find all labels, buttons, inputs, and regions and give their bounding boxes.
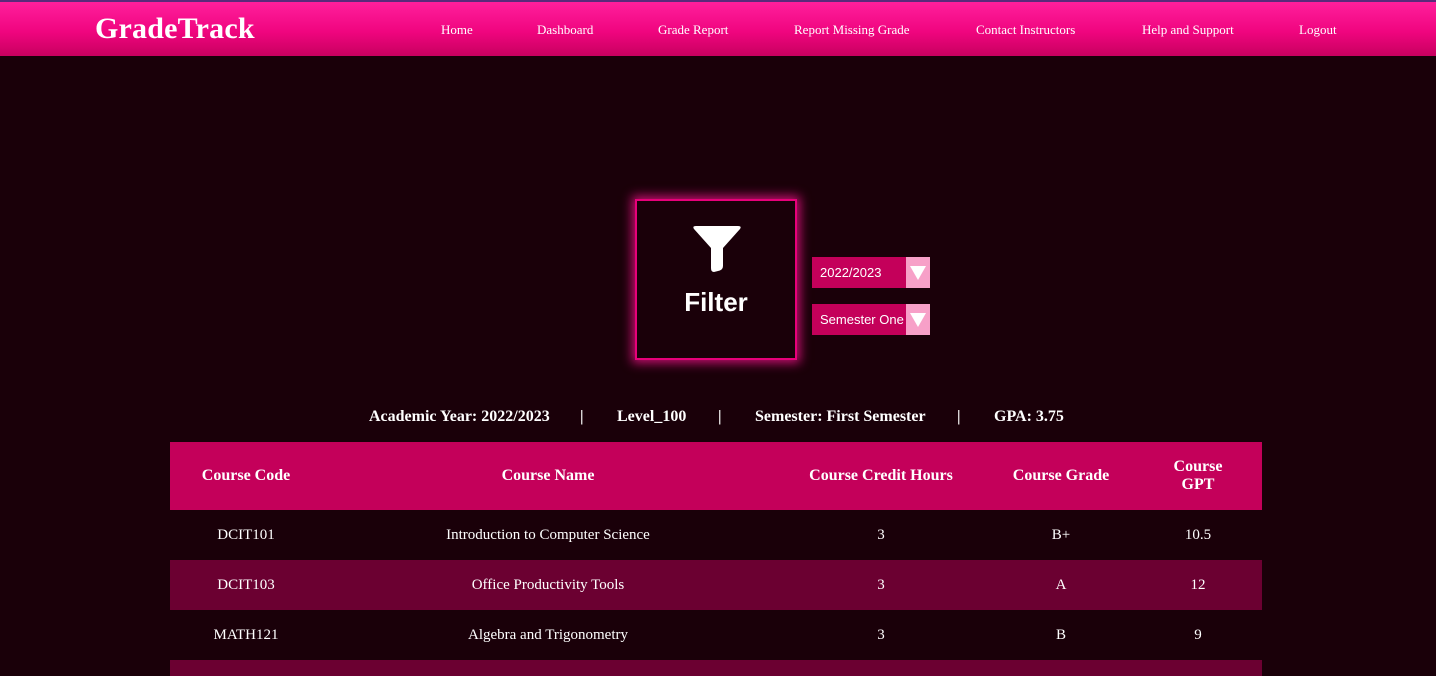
column-header-course-gpt: Course GPT: [1134, 442, 1262, 510]
nav-contact-instructors-link[interactable]: Contact Instructors: [976, 22, 1075, 38]
summary-gpa: GPA: 3.75: [994, 408, 1064, 425]
nav-dashboard-link[interactable]: Dashboard: [537, 22, 593, 38]
grade-summary: Academic Year: 2022/2023 | Level_100 | S…: [0, 408, 1436, 428]
summary-separator: |: [718, 408, 722, 425]
table-row: [170, 660, 1262, 676]
summary-level: Level_100: [617, 408, 687, 425]
top-navbar: GradeTrack Home Dashboard Grade Report R…: [0, 0, 1436, 56]
cell-credit-hours: 3: [877, 526, 885, 543]
cell-course-name: Algebra and Trigonometry: [468, 626, 628, 643]
column-header-course-grade: Course Grade: [1012, 467, 1110, 484]
cell-course-code: DCIT103: [217, 576, 275, 593]
cell-course-name: Introduction to Computer Science: [446, 526, 650, 543]
summary-separator: |: [580, 408, 584, 425]
table-row: DCIT101 Introduction to Computer Science…: [170, 510, 1262, 560]
summary-academic-year: Academic Year: 2022/2023: [369, 408, 550, 425]
nav-home-link[interactable]: Home: [441, 22, 473, 38]
nav-grade-report-link[interactable]: Grade Report: [658, 22, 728, 38]
cell-course-gpt: 9: [1194, 626, 1202, 643]
cell-course-grade: B: [1055, 626, 1066, 643]
table-header-row: Course Code Course Name Course Credit Ho…: [170, 442, 1262, 510]
cell-course-grade: A: [1055, 576, 1067, 593]
summary-separator: |: [957, 408, 961, 425]
nav-logout-link[interactable]: Logout: [1299, 22, 1337, 38]
grades-table-container: Course Code Course Name Course Credit Ho…: [170, 442, 1262, 676]
cell-credit-hours: 3: [877, 626, 885, 643]
cell-course-grade: B+: [1051, 526, 1071, 543]
academic-year-select[interactable]: 2022/2023: [812, 257, 930, 288]
nav-help-support-link[interactable]: Help and Support: [1142, 22, 1234, 38]
course-gpt-header-text: Course GPT: [1173, 458, 1223, 493]
semester-select[interactable]: Semester One: [812, 304, 930, 335]
table-row: DCIT103 Office Productivity Tools 3 A 12: [170, 560, 1262, 610]
column-header-course-code: Course Code: [201, 467, 291, 484]
filter-card[interactable]: Filter: [635, 199, 797, 360]
summary-semester: Semester: First Semester: [755, 408, 926, 425]
semester-select-value: Semester One: [820, 312, 904, 327]
cell-course-gpt: 12: [1190, 576, 1206, 593]
chevron-down-icon[interactable]: [906, 257, 930, 288]
column-header-credit-hours: Course Credit Hours: [809, 467, 953, 484]
main-nav: Home Dashboard Grade Report Report Missi…: [0, 22, 1436, 42]
column-header-course-name: Course Name: [501, 467, 595, 484]
nav-report-missing-grade-link[interactable]: Report Missing Grade: [794, 22, 910, 38]
grades-table: Course Code Course Name Course Credit Ho…: [170, 442, 1262, 676]
chevron-down-icon[interactable]: [906, 304, 930, 335]
filter-funnel-icon: [693, 226, 741, 272]
academic-year-select-value: 2022/2023: [820, 265, 882, 280]
cell-course-name: Office Productivity Tools: [471, 576, 625, 593]
cell-course-code: MATH121: [213, 626, 279, 643]
table-row: MATH121 Algebra and Trigonometry 3 B 9: [170, 610, 1262, 660]
filter-label: Filter: [684, 287, 748, 317]
cell-course-gpt: 10.5: [1184, 526, 1212, 543]
cell-course-code: DCIT101: [217, 526, 275, 543]
cell-credit-hours: 3: [877, 576, 885, 593]
